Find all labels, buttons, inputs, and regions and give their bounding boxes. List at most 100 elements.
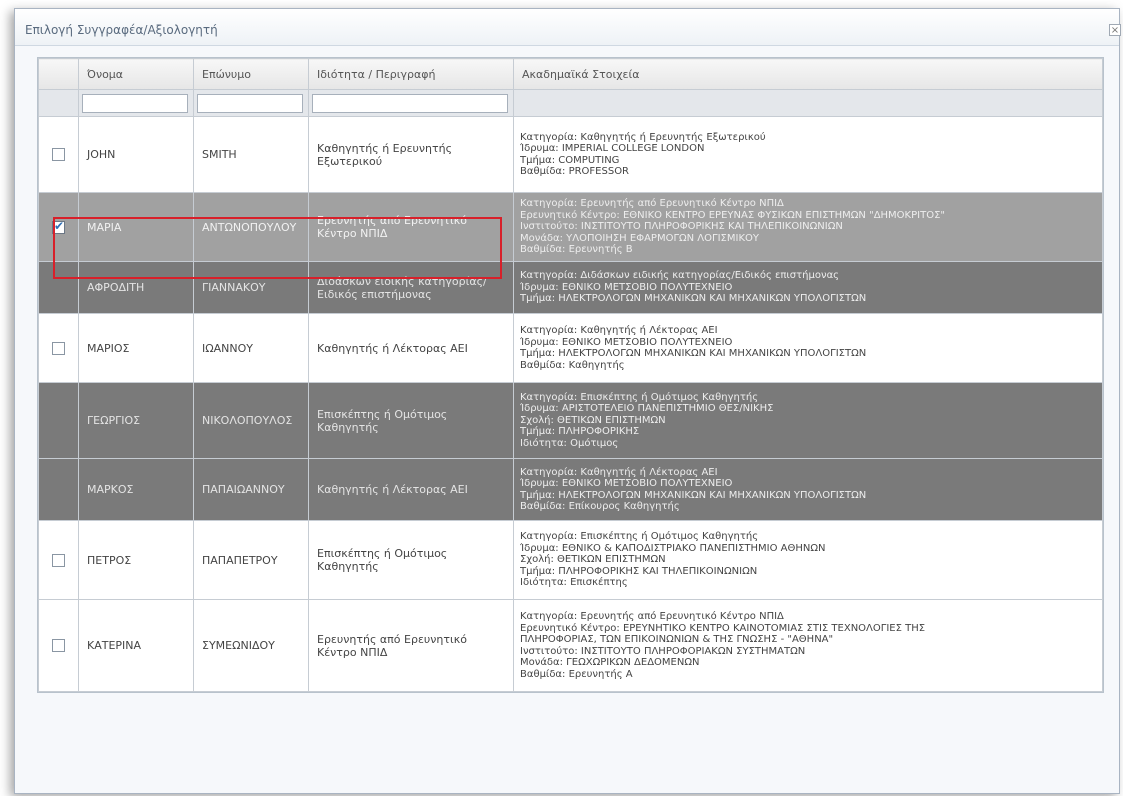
table-row[interactable]: JOHN SMITH Καθηγητής ή Ερευνητής Εξωτερικο…	[38, 116, 1103, 193]
last-name-cell: ΠΑΠΑΙΩΑΝΝΟΥ	[193, 458, 309, 521]
column-header-first-name[interactable]: Όνομα	[78, 58, 194, 90]
academic-detail-line: Τμήμα: ΗΛΕΚΤΡΟΛΟΓΩΝ ΜΗΧΑΝΙΚΩΝ ΚΑΙ ΜΗΧΑΝΙ…	[520, 293, 867, 305]
last-name-cell: ΣΥΜΕΩΝΙΔΟΥ	[193, 599, 309, 692]
academic-detail-line: Μονάδα: ΥΛΟΠΟΙΗΣΗ ΕΦΑΡΜΟΓΩΝ ΛΟΓΙΣΜΙΚΟΥ	[520, 232, 759, 244]
academic-details-cell: Κατηγορία: Διδάσκων ειδικής κατηγορίας/Ε…	[513, 261, 1103, 314]
table-row[interactable]: ΚΑΤΕΡΙΝΑ ΣΥΜΕΩΝΙΔΟΥ Ερευνητής από Ερευνητι…	[38, 599, 1103, 692]
table-row[interactable]: ΓΕΩΡΓΙΟΣ ΝΙΚΟΛΟΠΟΥΛΟΣ Επισκέπτης ή Ομότιμο…	[38, 382, 1103, 459]
select-author-reviewer-dialog: Επιλογή Συγγραφέα/Αξιολογητή × Όνομα Επώ…	[14, 8, 1121, 794]
table-row[interactable]: ΜΑΡΙΑΑΝΤΩΝΟΠΟΥΛΟΥΕρευνητής από Ερευνητικ…	[38, 192, 1103, 262]
role-cell: Ερευνητής από Ερευνητικό Κέντρο ΝΠΙΔ	[308, 192, 514, 262]
column-header-role[interactable]: Ιδιότητα / Περιγραφή	[308, 58, 514, 90]
last-name-cell: ΓΙΑΝΝΑΚΟΥ	[193, 261, 309, 314]
row-select-cell	[38, 520, 79, 600]
table-row[interactable]: ΠΕΤΡΟΣ ΠΑΠΑΠΕΤΡΟΥ Επισκέπτης ή Ομότιμος Κα…	[38, 520, 1103, 600]
academic-detail-line: Κατηγορία: Επισκέπτης ή Ομότιμος Καθηγητ…	[520, 531, 759, 543]
first-name-cell: ΜΑΡΙΟΣ	[78, 313, 194, 383]
close-icon[interactable]: ×	[1109, 24, 1121, 36]
academic-detail-line: Ερευνητικό Κέντρο: ΕΘΝΙΚΟ ΚΕΝΤΡΟ ΕΡΕΥΝΑΣ…	[520, 209, 945, 221]
academic-detail-line: Τμήμα: ΗΛΕΚΤΡΟΛΟΓΩΝ ΜΗΧΑΝΙΚΩΝ ΚΑΙ ΜΗΧΑΝΙ…	[520, 489, 867, 501]
academic-details-cell: Κατηγορία: Επισκέπτης ή Ομότιμος Καθηγητ…	[513, 520, 1103, 600]
reviewers-grid: Όνομα Επώνυμο Ιδιότητα / Περιγραφή Ακαδη…	[37, 57, 1104, 693]
last-name-cell: ΠΑΠΑΠΕΤΡΟΥ	[193, 520, 309, 600]
role-filter-input[interactable]	[312, 93, 508, 113]
academic-detail-line: Ίδρυμα: ΕΘΝΙΚΟ ΜΕΤΣΟΒΙΟ ΠΟΛΥΤΕΧΝΕΙΟ	[520, 478, 733, 489]
academic-detail-line: Ίδρυμα: ΑΡΙΣΤΟΤΕΛΕΙΟ ΠΑΝΕΠΙΣΤΗΜΙΟ ΘΕΣ/ΝΙ…	[520, 403, 774, 415]
first-name-cell: ΑΦΡΟΔΙΤΗ	[78, 261, 194, 314]
last-name-cell: SMITH	[193, 116, 309, 193]
first-name-cell: ΓΕΩΡΓΙΟΣ	[78, 382, 194, 459]
column-header-last-name[interactable]: Επώνυμο	[193, 58, 309, 90]
last-name-cell: ΝΙΚΟΛΟΠΟΥΛΟΣ	[193, 382, 309, 459]
academic-detail-line: Ίδρυμα: IMPERIAL COLLEGE LONDON	[520, 143, 705, 154]
academic-detail-line: Ίδρυμα: ΕΘΝΙΚΟ ΜΕΤΣΟΒΙΟ ΠΟΛΥΤΕΧΝΕΙΟ	[520, 281, 733, 293]
row-select-cell	[38, 116, 79, 193]
row-checkbox[interactable]	[52, 639, 65, 653]
academic-detail-line: Τμήμα: ΠΛΗΡΟΦΟΡΙΚΗΣ	[520, 426, 640, 438]
academic-detail-line: Ίδρυμα: ΕΘΝΙΚΟ & ΚΑΠΟΔΙΣΤΡΙΑΚΟ ΠΑΝΕΠΙΣΤΗ…	[520, 542, 826, 554]
academic-details-cell: Κατηγορία: Καθηγητής ή Ερευνητής Εξωτερι…	[513, 116, 1103, 193]
academic-detail-line: Ίδρυμα: ΕΘΝΙΚΟ ΜΕΤΣΟΒΙΟ ΠΟΛΥΤΕΧΝΕΙΟ	[520, 336, 733, 348]
row-checkbox[interactable]	[52, 341, 65, 355]
first-name-filter-input[interactable]	[82, 93, 188, 113]
row-select-cell	[38, 313, 79, 383]
table-row[interactable]: ΑΦΡΟΔΙΤΗ ΓΙΑΝΝΑΚΟΥ Διδάσκων ειδικής κατηγο…	[38, 261, 1103, 314]
academic-details-cell: Κατηγορία: Καθηγητής ή Λέκτορας ΑΕΙ Ίδρυμ…	[513, 458, 1103, 521]
filter-cell-academic	[513, 89, 1103, 117]
first-name-cell: ΠΕΤΡΟΣ	[78, 520, 194, 600]
filter-cell-last-name	[193, 89, 309, 117]
academic-detail-line: Βαθμίδα: Επίκουρος Καθηγητής	[520, 501, 680, 512]
table-row[interactable]: ΜΑΡΙΟΣ ΙΩΑΝΝΟΥ Καθηγητής ή Λέκτορας ΑΕΙ Κατ…	[38, 313, 1103, 383]
row-select-cell	[38, 192, 79, 262]
row-checkbox[interactable]	[52, 148, 65, 162]
row-select-cell	[38, 599, 79, 692]
filter-cell-empty	[38, 89, 79, 117]
role-cell: Καθηγητής ή Ερευνητής Εξωτερικού	[308, 116, 514, 193]
academic-detail-line: Ινστιτούτο: ΙΝΣΤΙΤΟΥΤΟ ΠΛΗΡΟΦΟΡΙΑΚΩΝ ΣΥΣ…	[520, 645, 806, 657]
row-checkbox[interactable]	[52, 553, 65, 567]
academic-detail-line: Κατηγορία: Καθηγητής ή Λέκτορας ΑΕΙ	[520, 325, 718, 336]
role-cell: Καθηγητής ή Λέκτορας ΑΕΙ	[308, 313, 514, 383]
role-cell: Διδάσκων ειδικής κατηγορίας/ Ειδικός επι…	[308, 261, 514, 314]
filter-cell-role	[308, 89, 514, 117]
academic-detail-line: Βαθμίδα: Ερευνητής Β	[520, 244, 633, 256]
dialog-title: Επιλογή Συγγραφέα/Αξιολογητή	[25, 23, 218, 37]
filter-row	[38, 89, 1103, 117]
academic-detail-line: Βαθμίδα: Καθηγητής	[520, 359, 625, 371]
academic-detail-line: Μονάδα: ΓΕΩΧΩΡΙΚΩΝ ΔΕΔΟΜΕΝΩΝ	[520, 657, 700, 668]
header-row: Όνομα Επώνυμο Ιδιότητα / Περιγραφή Ακαδη…	[38, 58, 1103, 90]
dialog-titlebar[interactable]: Επιλογή Συγγραφέα/Αξιολογητή ×	[15, 9, 1121, 46]
academic-detail-line: Σχολή: ΘΕΤΙΚΩΝ ΕΠΙΣΤΗΜΩΝ	[520, 554, 666, 566]
row-checkbox-checked[interactable]	[52, 219, 65, 234]
academic-details-cell: Κατηγορία: Ερευνητής από Ερευνητικό Κέντ…	[513, 192, 1103, 262]
first-name-cell: ΜΑΡΙΑ	[78, 192, 194, 262]
role-cell: Ερευνητής από Ερευνητικό Κέντρο ΝΠΙΔ	[308, 599, 514, 692]
row-select-cell	[38, 382, 79, 459]
row-select-cell	[38, 261, 79, 314]
row-select-cell	[38, 458, 79, 521]
table-row[interactable]: ΜΑΡΚΟΣ ΠΑΠΑΙΩΑΝΝΟΥ Καθηγητής ή Λέκτορας ΑΕ…	[38, 458, 1103, 521]
academic-detail-line: Τμήμα: COMPUTING	[520, 154, 620, 166]
academic-detail-line: Ιδιότητα: Ομότιμος	[520, 437, 619, 449]
academic-details-cell: Κατηγορία: Ερευνητής από Ερευνητικό Κέντ…	[513, 599, 1103, 692]
last-name-filter-input[interactable]	[197, 93, 303, 113]
academic-detail-line: Ιδιότητα: Επισκέπτης	[520, 577, 628, 589]
academic-detail-line: ΠΛΗΡΟΦΟΡΙΑΣ, ΤΩΝ ΕΠΙΚΟΙΝΩΝΙΩΝ & ΤΗΣ ΓΝΩΣ…	[520, 634, 834, 645]
academic-detail-line: Τμήμα: ΗΛΕΚΤΡΟΛΟΓΩΝ ΜΗΧΑΝΙΚΩΝ ΚΑΙ ΜΗΧΑΝΙ…	[520, 348, 867, 359]
academic-detail-line: Βαθμίδα: Ερευνητής Α	[520, 668, 633, 680]
column-header-academic-details[interactable]: Ακαδημαϊκά Στοιχεία	[513, 58, 1103, 90]
role-cell: Επισκέπτης ή Ομότιμος Καθηγητής	[308, 382, 514, 459]
academic-details-cell: Κατηγορία: Καθηγητής ή Λέκτορας ΑΕΙ Ίδρυμ…	[513, 313, 1103, 383]
reviewers-table: Όνομα Επώνυμο Ιδιότητα / Περιγραφή Ακαδη…	[38, 58, 1103, 692]
filter-cell-first-name	[78, 89, 194, 117]
academic-detail-line: Σχολή: ΘΕΤΙΚΩΝ ΕΠΙΣΤΗΜΩΝ	[520, 414, 666, 426]
academic-detail-line: Κατηγορία: Ερευνητής από Ερευνητικό Κέντ…	[520, 198, 784, 210]
academic-detail-line: Κατηγορία: Καθηγητής ή Λέκτορας ΑΕΙ	[520, 466, 718, 478]
academic-detail-line: Ερευνητικό Κέντρο: ΕΡΕΥΝΗΤΙΚΟ ΚΕΝΤΡΟ ΚΑΙ…	[520, 622, 926, 634]
first-name-cell: ΜΑΡΚΟΣ	[78, 458, 194, 521]
academic-detail-line: Κατηγορία: Καθηγητής ή Ερευνητής Εξωτερι…	[520, 131, 766, 143]
academic-detail-line: Κατηγορία: Ερευνητής από Ερευνητικό Κέντ…	[520, 611, 784, 622]
first-name-cell: ΚΑΤΕΡΙΝΑ	[78, 599, 194, 692]
role-cell: Καθηγητής ή Λέκτορας ΑΕΙ	[308, 458, 514, 521]
first-name-cell: JOHN	[78, 116, 194, 193]
